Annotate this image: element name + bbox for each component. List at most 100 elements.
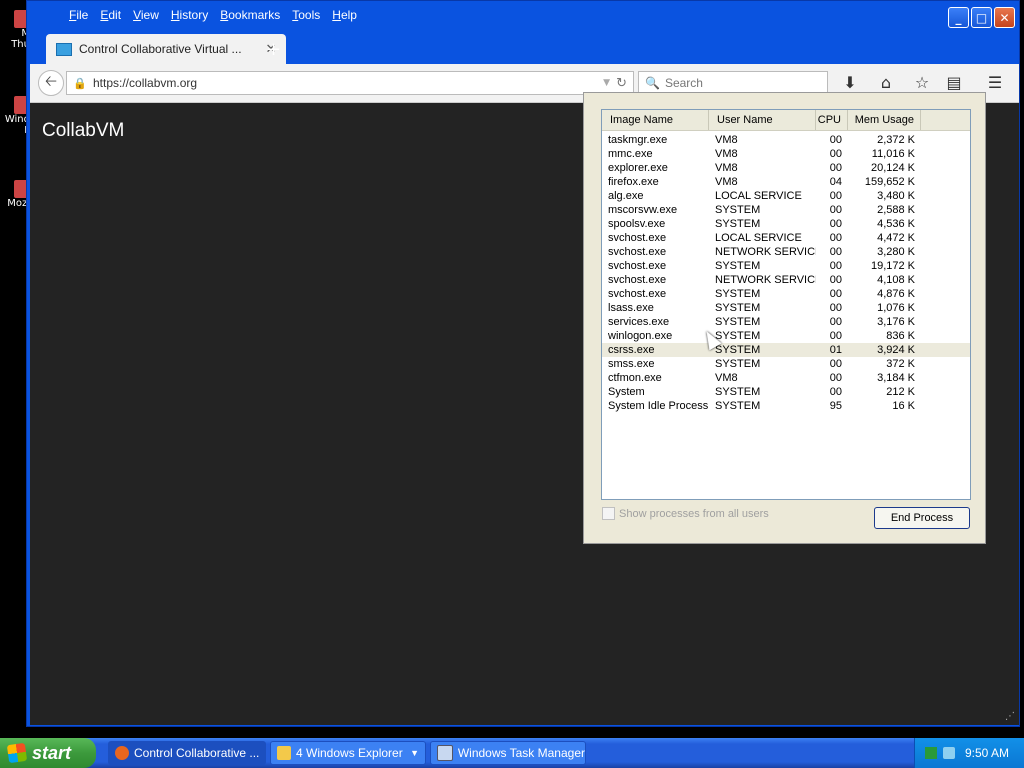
process-name-cell: lsass.exe [608,302,654,314]
cpu-cell: 01 [829,344,842,356]
hamburger-menu-icon[interactable]: ☰ [985,73,1005,93]
cpu-cell: 00 [829,330,842,342]
taskbar: start Control Collaborative ... 4 Window… [0,738,1024,768]
maximize-button[interactable]: □ [971,7,992,28]
bookmark-star-icon[interactable]: ☆ [912,73,932,93]
process-name-cell: spoolsv.exe [608,218,666,230]
menu-bookmarks[interactable]: Bookmarks [214,8,286,22]
column-mem-usage[interactable]: Mem Usage [848,110,921,130]
mem-usage-cell: 3,176 K [877,316,915,328]
user-name-cell: VM8 [715,134,738,146]
close-window-button[interactable]: ✕ [994,7,1015,28]
cpu-cell: 00 [829,246,842,258]
cpu-cell: 00 [829,316,842,328]
menu-tools[interactable]: Tools [286,8,326,22]
user-name-cell: SYSTEM [715,316,761,328]
table-row[interactable]: ctfmon.exe VM8 00 3,184 K [602,371,970,385]
user-name-cell: SYSTEM [715,400,761,412]
table-row[interactable]: firefox.exe VM8 04 159,652 K [602,175,970,189]
table-row[interactable]: System SYSTEM 00 212 K [602,385,970,399]
folder-icon [277,746,291,760]
url-bar[interactable]: 🔒 https://collabvm.org ▼ ↻ [66,71,634,95]
home-icon[interactable]: ⌂ [876,73,896,93]
process-list[interactable]: Image Name User Name CPU Mem Usage taskm… [601,109,971,500]
user-name-cell: NETWORK SERVICE [715,274,816,286]
checkbox-box [602,507,615,520]
menu-edit[interactable]: Edit [94,8,127,22]
download-icon[interactable]: ⬇ [840,73,860,93]
menu-help[interactable]: Help [326,8,363,22]
mem-usage-cell: 1,076 K [877,302,915,314]
mem-usage-cell: 2,372 K [877,134,915,146]
table-row[interactable]: winlogon.exe SYSTEM 00 836 K [602,329,970,343]
cpu-cell: 04 [829,176,842,188]
table-row[interactable]: spoolsv.exe SYSTEM 00 4,536 K [602,217,970,231]
mem-usage-cell: 4,876 K [877,288,915,300]
mem-usage-cell: 372 K [886,358,915,370]
minimize-button[interactable]: _ [948,7,969,28]
column-user-name[interactable]: User Name [709,110,816,130]
tab-collabvm[interactable]: Control Collaborative Virtual ... ✕ [46,34,286,64]
menu-view[interactable]: View [127,8,165,22]
column-image-name[interactable]: Image Name [602,110,709,130]
mem-usage-cell: 20,124 K [870,162,915,174]
process-name-cell: mmc.exe [608,148,653,160]
column-cpu[interactable]: CPU [816,110,848,130]
close-icon: ✕ [999,10,1010,25]
table-row[interactable]: mscorsvw.exe SYSTEM 00 2,588 K [602,203,970,217]
taskbar-task-firefox[interactable]: Control Collaborative ... [108,741,266,765]
show-all-users-checkbox[interactable]: Show processes from all users [602,507,769,520]
cpu-cell: 00 [829,386,842,398]
taskbar-task-taskmgr[interactable]: Windows Task Manager [430,741,586,765]
menu-history[interactable]: History [165,8,214,22]
start-button[interactable]: start [0,738,96,768]
table-row[interactable]: lsass.exe SYSTEM 00 1,076 K [602,301,970,315]
table-row[interactable]: svchost.exe SYSTEM 00 19,172 K [602,259,970,273]
monitor-icon [56,42,72,56]
cpu-cell: 00 [829,274,842,286]
new-tab-icon[interactable]: + [266,39,281,60]
back-arrow-icon: 🡠 [44,71,58,90]
cpu-cell: 00 [829,162,842,174]
table-row[interactable]: alg.exe LOCAL SERVICE 00 3,480 K [602,189,970,203]
cpu-cell: 00 [829,372,842,384]
end-process-button[interactable]: End Process [874,507,970,529]
table-row[interactable]: svchost.exe SYSTEM 00 4,876 K [602,287,970,301]
table-row[interactable]: taskmgr.exe VM8 00 2,372 K [602,133,970,147]
network-icon[interactable] [943,747,955,759]
table-row[interactable]: csrss.exe SYSTEM 01 3,924 K [602,343,970,357]
cpu-cell: 00 [829,204,842,216]
table-row[interactable]: services.exe SYSTEM 00 3,176 K [602,315,970,329]
user-name-cell: NETWORK SERVICE [715,246,816,258]
tray-app-icon[interactable] [925,747,937,759]
table-row[interactable]: explorer.exe VM8 00 20,124 K [602,161,970,175]
user-name-cell: LOCAL SERVICE [715,190,802,202]
mem-usage-cell: 3,184 K [877,372,915,384]
dropdown-arrow-icon[interactable]: ▼ [603,78,610,88]
user-name-cell: VM8 [715,162,738,174]
firefox-icon [115,746,129,760]
table-row[interactable]: svchost.exe NETWORK SERVICE 00 4,108 K [602,273,970,287]
taskbar-task-explorer[interactable]: 4 Windows Explorer ▼ [270,741,426,765]
user-name-cell: SYSTEM [715,358,761,370]
cpu-cell: 00 [829,232,842,244]
tab-title: Control Collaborative Virtual ... [79,42,242,56]
back-button[interactable]: 🡠 [38,70,64,96]
cpu-cell: 00 [829,148,842,160]
table-row[interactable]: smss.exe SYSTEM 00 372 K [602,357,970,371]
page-title: CollabVM [42,120,125,141]
search-icon: 🔍 [645,76,660,90]
menu-file[interactable]: File [63,8,94,22]
reading-list-icon[interactable]: ▤ [944,73,964,93]
clock[interactable]: 9:50 AM [965,746,1009,760]
table-row[interactable]: svchost.exe LOCAL SERVICE 00 4,472 K [602,231,970,245]
process-list-header: Image Name User Name CPU Mem Usage [602,110,970,131]
table-row[interactable]: System Idle Process SYSTEM 95 16 K [602,399,970,413]
table-row[interactable]: mmc.exe VM8 00 11,016 K [602,147,970,161]
table-row[interactable]: svchost.exe NETWORK SERVICE 00 3,280 K [602,245,970,259]
cpu-cell: 00 [829,302,842,314]
resize-grip-icon[interactable]: ⋰ [1005,711,1015,722]
process-name-cell: alg.exe [608,190,644,202]
cpu-cell: 00 [829,358,842,370]
reload-icon[interactable]: ↻ [616,76,627,91]
